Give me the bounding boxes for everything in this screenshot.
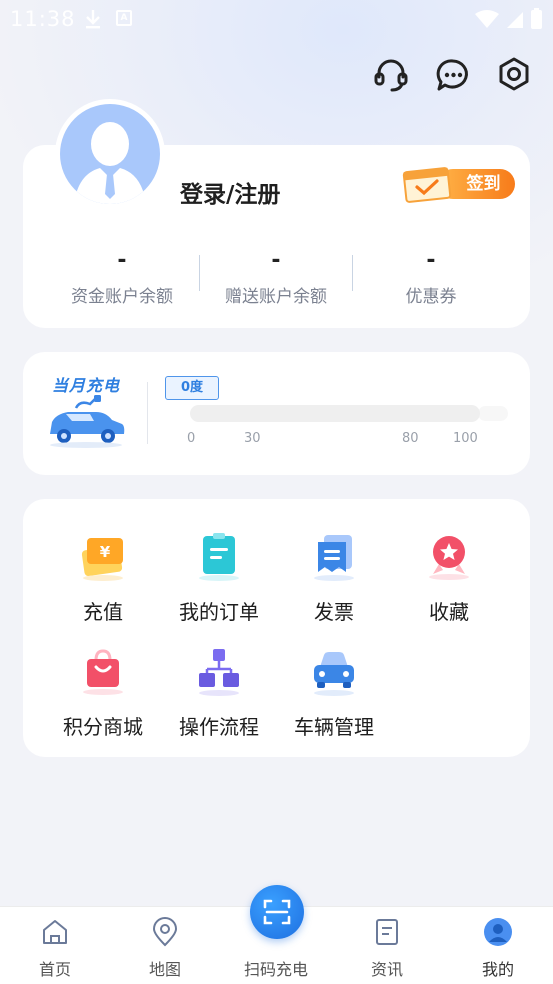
scan-icon: [263, 899, 291, 925]
calendar-check-icon: [402, 167, 452, 203]
profile-icon: [484, 918, 512, 946]
feature-invoice[interactable]: 发票: [276, 530, 392, 625]
stat-label: 资金账户余额: [71, 287, 173, 307]
svg-text:¥: ¥: [100, 543, 111, 561]
feature-my-orders[interactable]: 我的订单: [161, 530, 277, 625]
nav-map[interactable]: 地图: [110, 907, 220, 984]
stat-value: -: [271, 248, 281, 273]
favorite-icon: [429, 536, 469, 580]
stat-label: 赠送账户余额: [225, 287, 327, 307]
nav-label: 地图: [148, 960, 181, 979]
nav-news[interactable]: 资讯: [332, 907, 442, 984]
settings-icon[interactable]: [495, 56, 533, 94]
feature-label: 操作流程: [179, 715, 259, 739]
points-mall-icon: [83, 649, 123, 695]
scan-charge-button[interactable]: [250, 885, 304, 939]
status-a-icon: A: [116, 10, 132, 26]
map-pin-icon: [152, 917, 178, 947]
invoice-icon: [314, 535, 354, 581]
vehicle-icon: [314, 652, 354, 696]
avatar[interactable]: [55, 99, 165, 209]
feature-operation-process[interactable]: 操作流程: [161, 645, 277, 740]
progress-tick: 80: [402, 431, 419, 446]
process-icon: [199, 649, 239, 696]
signal-battery-icon: [475, 8, 542, 29]
feature-points-mall[interactable]: 积分商城: [45, 645, 161, 740]
feature-recharge[interactable]: ¥ 充值: [45, 530, 161, 625]
status-time: 11:38: [10, 7, 76, 31]
nav-label: 资讯: [370, 960, 403, 979]
user-silhouette-icon: [74, 122, 146, 204]
ev-car-icon: [50, 395, 125, 448]
nav-label: 扫码充电: [243, 960, 308, 979]
progress-tick: 100: [453, 431, 478, 446]
nav-home[interactable]: 首页: [0, 907, 110, 984]
home-icon: [43, 920, 67, 944]
login-register-link[interactable]: 登录/注册: [180, 175, 280, 209]
charging-progress-bar: [190, 405, 480, 422]
message-icon[interactable]: [434, 56, 472, 94]
stat-value: -: [426, 248, 436, 273]
stat-gift-balance[interactable]: - 赠送账户余额: [206, 248, 346, 307]
nav-mine[interactable]: 我的: [443, 907, 553, 984]
feature-label: 车辆管理: [294, 715, 374, 739]
stat-label: 优惠券: [405, 287, 457, 307]
divider: [199, 255, 200, 291]
divider: [147, 382, 148, 444]
charging-amount-badge: 0度: [165, 376, 219, 400]
download-icon: [86, 10, 100, 29]
stat-value: -: [117, 248, 127, 273]
stat-coupons[interactable]: - 优惠券: [361, 248, 501, 307]
feature-label: 发票: [314, 600, 354, 624]
nav-label: 我的: [481, 960, 514, 979]
headset-icon[interactable]: [372, 56, 410, 94]
status-bar: 11:38 A: [0, 0, 553, 36]
feature-label: 充值: [83, 600, 123, 624]
feature-label: 收藏: [429, 600, 469, 624]
feature-label: 积分商城: [63, 715, 143, 739]
nav-label: 首页: [38, 960, 71, 979]
charging-title: 当月充电: [52, 376, 121, 395]
feature-label: 我的订单: [179, 600, 259, 624]
progress-tick: 0: [187, 431, 196, 446]
feature-favorites[interactable]: 收藏: [391, 530, 507, 625]
progress-track-end: [478, 406, 508, 421]
order-icon: [199, 533, 239, 581]
signin-button[interactable]: 签到: [402, 167, 515, 203]
feature-vehicle-management[interactable]: 车辆管理: [276, 645, 392, 740]
stat-fund-balance[interactable]: - 资金账户余额: [52, 248, 192, 307]
news-icon: [376, 919, 398, 945]
divider: [352, 255, 353, 291]
progress-tick: 30: [244, 431, 261, 446]
recharge-icon: ¥: [81, 538, 123, 581]
